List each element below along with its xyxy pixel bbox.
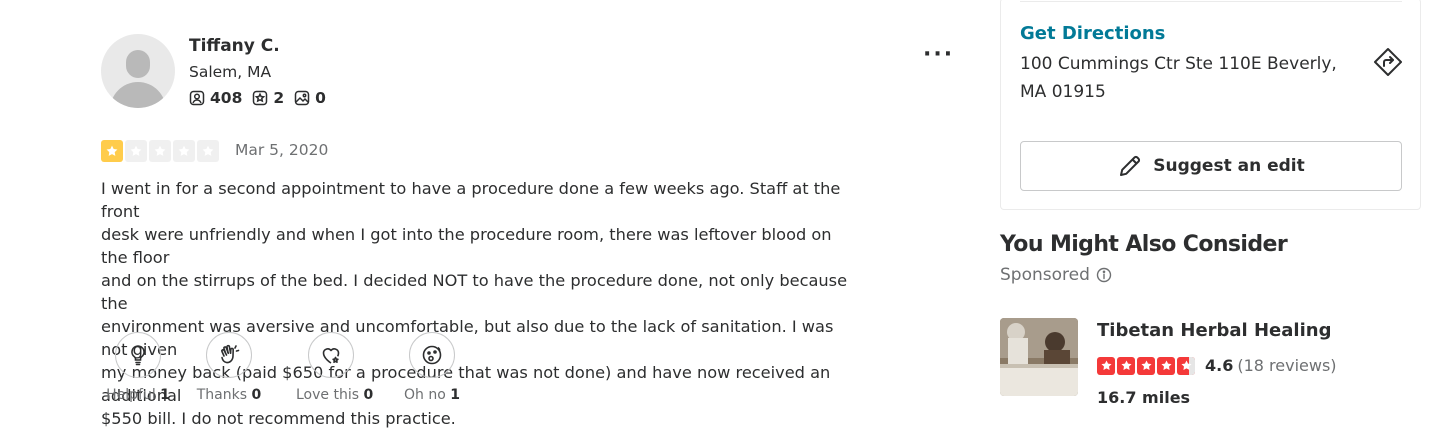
- review-text-line: and on the stirrups of the bed. I decide…: [101, 271, 848, 313]
- ad-star: [1177, 356, 1195, 375]
- thanks-reaction-label: Thanks 0: [196, 387, 262, 403]
- card-divider: [1020, 1, 1402, 2]
- directions-icon[interactable]: [1372, 46, 1404, 82]
- oh-no-reaction-circle: [409, 332, 455, 378]
- ad-star: [1157, 356, 1175, 375]
- helpful-reaction-label: Helpful 1: [106, 387, 170, 403]
- reviewer-stats: 408 2 0: [189, 89, 336, 107]
- suggest-edit-button[interactable]: Suggest an edit: [1020, 141, 1402, 191]
- lightbulb-icon: [131, 345, 145, 366]
- reviews-stat: 2: [252, 89, 284, 107]
- love-this-reaction-circle: [308, 332, 354, 378]
- also-consider-heading: You Might Also Consider: [1000, 232, 1288, 257]
- ad-star-rating: [1097, 356, 1197, 375]
- avatar-head: [126, 50, 150, 78]
- address-line-1: 100 Cummings Ctr Ste 110E Beverly,: [1020, 54, 1337, 74]
- thanks-reaction-circle: [206, 332, 252, 378]
- friends-stat: 408: [189, 89, 242, 107]
- ad-star: [1117, 356, 1135, 375]
- review-star: [125, 140, 147, 162]
- review-date: Mar 5, 2020: [235, 141, 329, 159]
- ad-business-rating: 4.6 (18 reviews): [1097, 356, 1337, 375]
- photos-count: 0: [315, 89, 326, 107]
- suggest-edit-label: Suggest an edit: [1153, 156, 1305, 176]
- helpful-reaction-button[interactable]: Helpful 1: [103, 332, 173, 403]
- helpful-reaction-circle: [115, 332, 161, 378]
- review-text-line: desk were unfriendly and when I got into…: [101, 225, 832, 267]
- review-star: [197, 140, 219, 162]
- love-this-reaction-label: Love this 0: [296, 387, 374, 403]
- ad-star: [1097, 356, 1115, 375]
- love-this-reaction-button[interactable]: Love this 0: [296, 332, 374, 403]
- photos-stat: 0: [294, 89, 326, 107]
- review-star: [149, 140, 171, 162]
- reviews-count: 2: [273, 89, 285, 107]
- oh-no-reaction-button[interactable]: Oh no 1: [397, 332, 467, 403]
- get-directions-link[interactable]: Get Directions: [1020, 23, 1165, 44]
- photo-icon: [294, 90, 310, 106]
- friends-count: 408: [210, 89, 243, 107]
- friends-icon: [189, 90, 205, 106]
- avatar[interactable]: [101, 34, 175, 108]
- review-star-rating: [101, 140, 221, 162]
- ad-star: [1137, 356, 1155, 375]
- ad-distance: 16.7 miles: [1097, 388, 1191, 407]
- ad-review-count[interactable]: (18 reviews): [1237, 356, 1336, 375]
- more-options-button[interactable]: ···: [923, 44, 954, 66]
- reviewer-name[interactable]: Tiffany C.: [189, 36, 280, 56]
- ad-rating-score: 4.6: [1205, 356, 1234, 375]
- thanks-reaction-button[interactable]: Thanks 0: [194, 332, 264, 403]
- heart-icon: [322, 348, 340, 364]
- review-star: [173, 140, 195, 162]
- sponsored-label: Sponsored: [1000, 265, 1112, 285]
- sponsored-text: Sponsored: [1000, 265, 1090, 285]
- reviewer-location: Salem, MA: [189, 63, 272, 81]
- surprised-face-icon: [422, 345, 442, 365]
- review-star: [101, 140, 123, 162]
- clapping-hands-icon: [221, 344, 240, 364]
- avatar-body: [110, 82, 166, 108]
- info-icon[interactable]: [1096, 267, 1112, 283]
- ad-business-photo[interactable]: [1000, 318, 1078, 396]
- pencil-icon: [1120, 155, 1141, 176]
- oh-no-reaction-label: Oh no 1: [404, 387, 460, 403]
- review-star-icon: [253, 90, 268, 106]
- review-text-line: I went in for a second appointment to ha…: [101, 179, 841, 221]
- ad-business-name[interactable]: Tibetan Herbal Healing: [1097, 320, 1331, 341]
- address-line-2: MA 01915: [1020, 82, 1106, 102]
- review-text-line: $550 bill. I do not recommend this pract…: [101, 409, 456, 428]
- business-address: 100 Cummings Ctr Ste 110E Beverly, MA 01…: [1020, 50, 1350, 106]
